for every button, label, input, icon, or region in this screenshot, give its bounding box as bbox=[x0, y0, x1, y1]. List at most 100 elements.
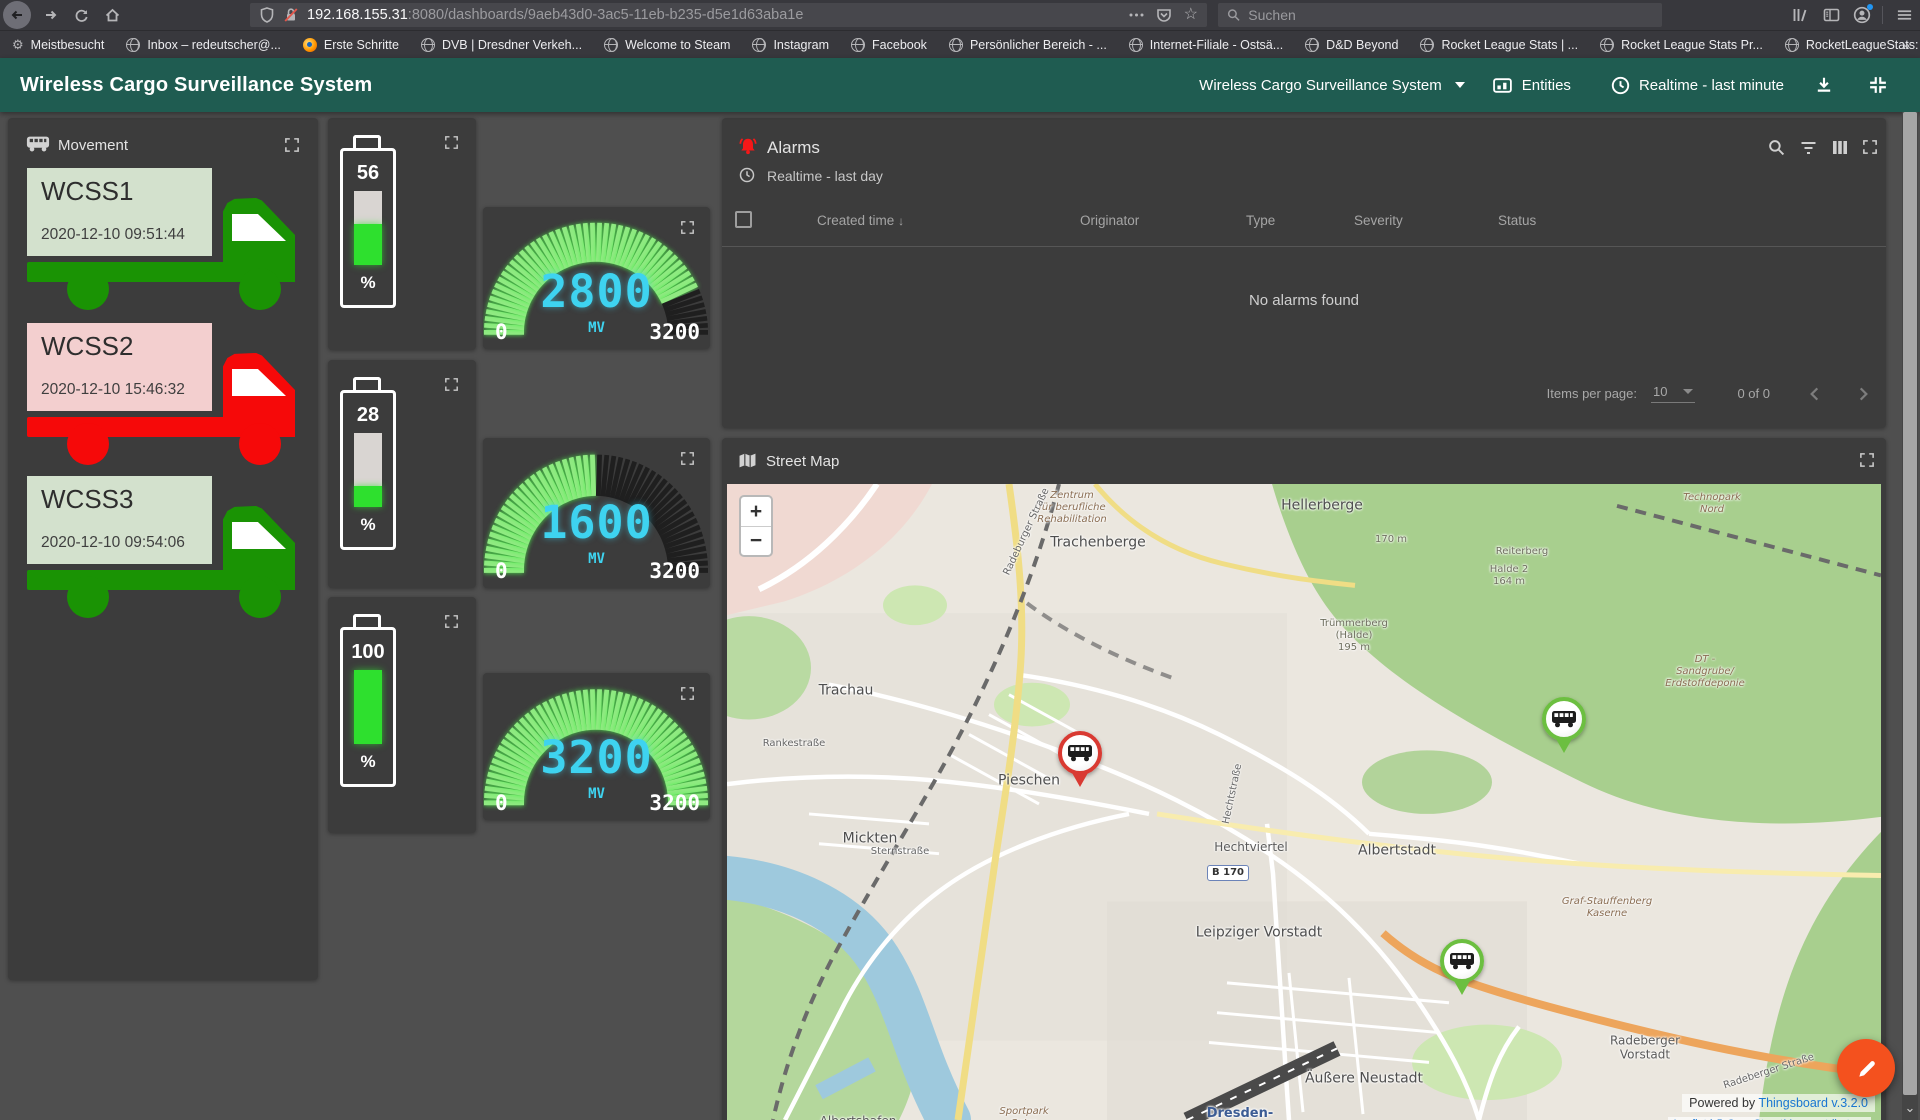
sort-arrow-icon: ↓ bbox=[898, 214, 904, 228]
home-button[interactable] bbox=[100, 0, 124, 30]
battery-cap bbox=[353, 377, 381, 391]
dashboard-state-selector[interactable]: Wireless Cargo Surveillance System bbox=[1199, 77, 1465, 94]
battery-cap bbox=[353, 135, 381, 149]
entities-button[interactable]: Entities bbox=[1493, 76, 1571, 95]
map-canvas[interactable]: HellerbergeTrachenbergeZentrum für beruf… bbox=[727, 484, 1881, 1120]
bookmark-item[interactable]: Internet-Filiale - Ostsä... bbox=[1129, 38, 1283, 52]
column-originator[interactable]: Originator bbox=[1080, 213, 1139, 228]
column-created-time[interactable]: Created time ↓ bbox=[817, 213, 904, 228]
bookmarks-overflow-chevron[interactable]: » bbox=[1902, 31, 1910, 58]
bus-icon bbox=[26, 135, 50, 153]
voltage-gauge-3: 3200 MV 0 3200 bbox=[483, 673, 710, 820]
marker-circle bbox=[1542, 697, 1586, 741]
bookmark-item[interactable]: Rocket League Stats | ... bbox=[1420, 38, 1578, 52]
marker-circle bbox=[1440, 939, 1484, 983]
bookmark-star-icon[interactable]: ☆ bbox=[1184, 7, 1198, 23]
fullscreen-icon[interactable] bbox=[445, 615, 458, 628]
search-bar[interactable] bbox=[1218, 3, 1662, 27]
items-per-page-select[interactable]: 10 bbox=[1651, 384, 1695, 403]
bookmark-item[interactable]: Instagram bbox=[752, 38, 829, 52]
fullscreen-icon[interactable] bbox=[445, 136, 458, 149]
bookmark-item[interactable]: Erste Schritte bbox=[303, 38, 399, 52]
vehicle-marker-green[interactable] bbox=[1439, 939, 1485, 1003]
bookmark-label: Welcome to Steam bbox=[625, 38, 730, 52]
forward-button[interactable] bbox=[40, 0, 62, 30]
account-button[interactable] bbox=[1850, 0, 1874, 30]
vehicle-marker-red[interactable] bbox=[1057, 731, 1103, 795]
battery-bar bbox=[354, 191, 382, 265]
zoom-in-button[interactable]: + bbox=[741, 497, 771, 526]
export-button[interactable] bbox=[1815, 76, 1833, 94]
bookmark-item[interactable]: ⚙Meistbesucht bbox=[12, 37, 104, 53]
truck-widget-wcss3[interactable]: WCSS3 2020-12-10 09:54:06 bbox=[27, 476, 297, 618]
bookmark-item[interactable]: RocketLeagueStats: Pr... bbox=[1785, 38, 1920, 52]
fullscreen-icon[interactable] bbox=[681, 221, 694, 234]
bookmark-label: Facebook bbox=[872, 38, 927, 52]
insecure-lock-icon[interactable] bbox=[283, 7, 299, 23]
next-page-button[interactable] bbox=[1859, 387, 1868, 401]
map-icon bbox=[738, 452, 757, 469]
page-scrollbar[interactable]: ⌄ bbox=[1902, 112, 1918, 1120]
battery-unit: % bbox=[360, 273, 375, 293]
battery-unit: % bbox=[360, 752, 375, 772]
search-icon[interactable] bbox=[1768, 139, 1785, 156]
fullscreen-icon[interactable] bbox=[285, 138, 299, 152]
bookmark-item[interactable]: D&D Beyond bbox=[1305, 38, 1398, 52]
battery-value: 100 bbox=[351, 641, 384, 664]
edit-dashboard-fab[interactable] bbox=[1837, 1039, 1895, 1097]
library-button[interactable] bbox=[1788, 0, 1810, 30]
fullscreen-icon[interactable] bbox=[1860, 453, 1874, 467]
truck-name: WCSS1 bbox=[41, 176, 133, 207]
scrollbar-thumb[interactable] bbox=[1903, 112, 1917, 1095]
timewindow-button[interactable]: Realtime - last minute bbox=[1611, 76, 1784, 95]
truck-widget-wcss1[interactable]: WCSS1 2020-12-10 09:51:44 bbox=[27, 168, 297, 310]
truck-widget-wcss2[interactable]: WCSS2 2020-12-10 15:46:32 bbox=[27, 323, 297, 465]
reload-icon bbox=[74, 8, 89, 23]
battery-gauge: 56 % bbox=[340, 148, 396, 308]
tracking-shield-icon[interactable] bbox=[259, 7, 275, 23]
gauge-value: 2800 bbox=[483, 265, 710, 318]
fullscreen-icon[interactable] bbox=[681, 452, 694, 465]
select-all-checkbox[interactable] bbox=[735, 211, 752, 228]
scroll-down-icon[interactable]: ⌄ bbox=[1902, 1100, 1918, 1116]
back-button[interactable] bbox=[3, 1, 31, 29]
reload-button[interactable] bbox=[70, 0, 92, 30]
sidebar-button[interactable] bbox=[1820, 0, 1842, 30]
fullscreen-icon[interactable] bbox=[445, 378, 458, 391]
dashboard-header: Wireless Cargo Surveillance System Wirel… bbox=[0, 58, 1920, 112]
bus-icon bbox=[1449, 952, 1475, 970]
bookmark-item[interactable]: DVB | Dresdner Verkeh... bbox=[421, 38, 582, 52]
fullscreen-icon[interactable] bbox=[681, 687, 694, 700]
exit-fullscreen-button[interactable] bbox=[1869, 76, 1887, 94]
column-status[interactable]: Status bbox=[1498, 213, 1536, 228]
bookmark-label: Rocket League Stats Pr... bbox=[1621, 38, 1763, 52]
menu-button[interactable] bbox=[1892, 0, 1916, 30]
zoom-out-button[interactable]: − bbox=[741, 526, 771, 555]
bookmark-item[interactable]: Rocket League Stats Pr... bbox=[1600, 38, 1763, 52]
pocket-icon[interactable] bbox=[1156, 7, 1172, 23]
page-actions-icon[interactable] bbox=[1129, 12, 1144, 18]
vehicle-marker-green[interactable] bbox=[1541, 697, 1587, 761]
globe-icon bbox=[421, 38, 435, 52]
gauge-min: 0 bbox=[495, 320, 508, 344]
url-text[interactable]: 192.168.155.31:8080/dashboards/9aeb43d0-… bbox=[307, 7, 803, 23]
battery-case: 56 % bbox=[340, 148, 396, 308]
previous-page-button[interactable] bbox=[1810, 387, 1819, 401]
bookmark-item[interactable]: Inbox – redeutscher@... bbox=[126, 38, 281, 52]
filter-icon[interactable] bbox=[1800, 141, 1817, 155]
bookmark-item[interactable]: Facebook bbox=[851, 38, 927, 52]
fullscreen-exit-icon bbox=[1869, 76, 1887, 94]
bookmark-item[interactable]: Persönlicher Bereich - ... bbox=[949, 38, 1107, 52]
fullscreen-icon[interactable] bbox=[1863, 140, 1877, 154]
entities-icon bbox=[1493, 76, 1513, 95]
columns-icon[interactable] bbox=[1832, 140, 1848, 155]
column-type[interactable]: Type bbox=[1246, 213, 1275, 228]
column-severity[interactable]: Severity bbox=[1354, 213, 1403, 228]
url-bar[interactable]: 192.168.155.31:8080/dashboards/9aeb43d0-… bbox=[250, 3, 1207, 27]
movement-widget: Movement WCSS1 2020-12-10 09:51:44 WCSS2… bbox=[8, 118, 318, 980]
thingsboard-link[interactable]: Thingsboard v.3.2.0 bbox=[1758, 1096, 1868, 1110]
url-host: 192.168.155.31 bbox=[307, 7, 408, 23]
search-input[interactable] bbox=[1248, 7, 1653, 23]
alarms-timewindow[interactable]: Realtime - last day bbox=[767, 168, 883, 184]
bookmark-item[interactable]: Welcome to Steam bbox=[604, 38, 730, 52]
